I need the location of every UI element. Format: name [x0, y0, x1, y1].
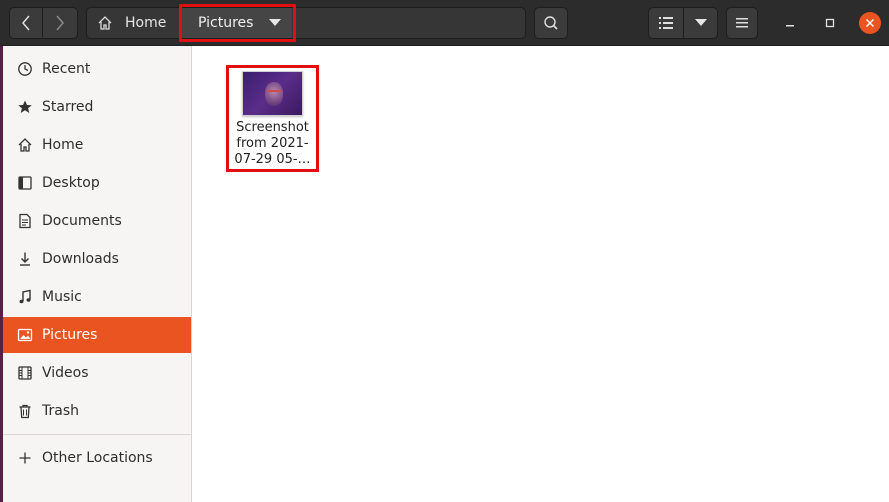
search-icon [544, 16, 558, 30]
trash-icon [17, 403, 33, 419]
sidebar-item-label: Home [42, 137, 84, 153]
file-name-line: 07-29 05-… [234, 152, 311, 167]
file-name-line: from 2021- [236, 136, 309, 151]
image-thumbnail [242, 71, 303, 116]
sidebar-item-label: Videos [42, 365, 89, 381]
header-bar: Home Pictures [0, 0, 889, 46]
list-view-button[interactable] [648, 7, 684, 39]
chevron-left-icon [22, 15, 30, 31]
document-icon [17, 213, 33, 229]
sidebar-item-label: Pictures [42, 327, 98, 343]
breadcrumb-current-label: Pictures [198, 15, 254, 31]
desktop-icon [17, 175, 33, 191]
sidebar-item-documents[interactable]: Documents [3, 203, 191, 239]
breadcrumb-home[interactable]: Home [87, 8, 179, 38]
image-icon [17, 327, 33, 343]
maximize-button[interactable] [819, 12, 841, 34]
sidebar-item-other-locations[interactable]: Other Locations [3, 440, 191, 476]
file-name: Screenshot from 2021- 07-29 05-… [226, 120, 319, 168]
sidebar-item-label: Trash [42, 403, 79, 419]
sidebar-item-trash[interactable]: Trash [3, 393, 191, 429]
sidebar-item-pictures[interactable]: Pictures [3, 317, 191, 353]
search-button[interactable] [534, 7, 568, 39]
breadcrumb-home-label: Home [125, 15, 167, 31]
chevron-right-icon [56, 15, 64, 31]
close-icon [865, 18, 875, 28]
plus-icon [17, 450, 33, 466]
file-name-line: Screenshot [236, 120, 309, 135]
sidebar-item-label: Downloads [42, 251, 119, 267]
sidebar-item-label: Desktop [42, 175, 100, 191]
list-view-icon [659, 17, 673, 29]
sidebar-item-label: Documents [42, 213, 122, 229]
star-icon [17, 99, 33, 115]
sidebar-item-videos[interactable]: Videos [3, 355, 191, 391]
music-icon [17, 289, 33, 305]
minimize-button[interactable] [779, 12, 801, 34]
clock-icon [17, 61, 33, 77]
menu-button[interactable] [726, 7, 758, 39]
sidebar-item-recent[interactable]: Recent [3, 51, 191, 87]
sidebar-item-downloads[interactable]: Downloads [3, 241, 191, 277]
home-icon [17, 137, 33, 153]
hamburger-icon [736, 18, 748, 28]
video-icon [17, 365, 33, 381]
sidebar-item-music[interactable]: Music [3, 279, 191, 315]
sidebar-separator [3, 434, 191, 435]
sidebar-item-starred[interactable]: Starred [3, 89, 191, 125]
maximize-icon [825, 18, 835, 28]
back-button[interactable] [9, 7, 43, 39]
file-view[interactable]: Screenshot from 2021- 07-29 05-… [192, 46, 889, 502]
home-icon [98, 16, 112, 30]
forward-button[interactable] [43, 7, 78, 39]
close-button[interactable] [859, 12, 881, 34]
sidebar-item-desktop[interactable]: Desktop [3, 165, 191, 201]
path-bar: Home Pictures [86, 7, 526, 39]
breadcrumb-current[interactable]: Pictures [180, 8, 292, 38]
sidebar-item-label: Music [42, 289, 82, 305]
sidebar-item-label: Recent [42, 61, 91, 77]
sidebar-item-label: Starred [42, 99, 94, 115]
view-options-button[interactable] [684, 7, 718, 39]
sidebar-item-home[interactable]: Home [3, 127, 191, 163]
file-item-screenshot[interactable]: Screenshot from 2021- 07-29 05-… [226, 65, 319, 172]
caret-down-icon [269, 19, 282, 26]
download-icon [17, 251, 33, 267]
caret-down-icon [694, 19, 707, 26]
sidebar-item-label: Other Locations [42, 450, 153, 466]
minimize-icon [786, 25, 794, 27]
